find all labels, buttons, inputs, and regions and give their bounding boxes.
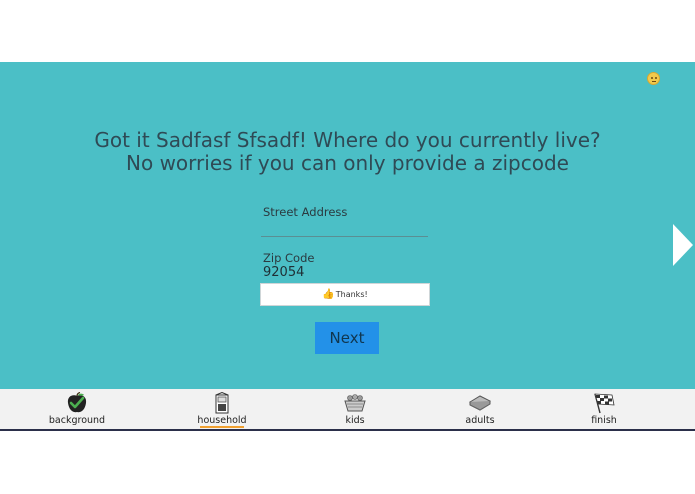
nav-item-finish[interactable]: finish [559,389,649,429]
neutral-face-icon[interactable] [647,72,660,85]
question-heading-line1: Got it Sadfasf Sfsadf! Where do you curr… [94,128,601,152]
sandwich-icon [468,395,492,411]
nav-item-household[interactable]: household [177,389,267,429]
street-address-label: Street Address [263,205,348,219]
thanks-text: Thanks! [335,290,368,299]
nav-item-label: household [197,415,247,426]
zip-code-label: Zip Code [263,251,315,265]
kids-basket-icon [344,394,366,412]
nav-item-label: adults [465,415,495,426]
thanks-message: 👍 Thanks! [260,283,430,306]
street-address-input[interactable] [261,220,428,237]
nav-item-kids[interactable]: kids [310,389,400,429]
checkered-flag-icon [594,393,615,414]
apple-check-icon [67,392,87,413]
house-door-icon [215,392,229,414]
question-heading-line2: No worries if you can only provide a zip… [126,151,569,175]
page: Got it Sadfasf Sfsadf! Where do you curr… [0,0,695,494]
active-tab-indicator [200,426,244,428]
mouth [652,81,656,82]
zip-code-input[interactable] [261,264,423,281]
nav-item-label: kids [345,415,365,426]
nav-item-background[interactable]: background [32,389,122,429]
nav-item-label: finish [591,415,617,426]
eye [655,77,657,79]
eye [651,77,653,79]
thumbs-up-icon: 👍 [322,289,335,300]
chevron-right-icon[interactable] [673,224,693,266]
nav-item-label: background [48,415,106,426]
nav-item-adults[interactable]: adults [435,389,525,429]
bottom-nav-bar: background household kids adults finish [0,389,695,431]
question-heading: Got it Sadfasf Sfsadf! Where do you curr… [0,129,695,175]
next-button[interactable]: Next [315,322,379,354]
